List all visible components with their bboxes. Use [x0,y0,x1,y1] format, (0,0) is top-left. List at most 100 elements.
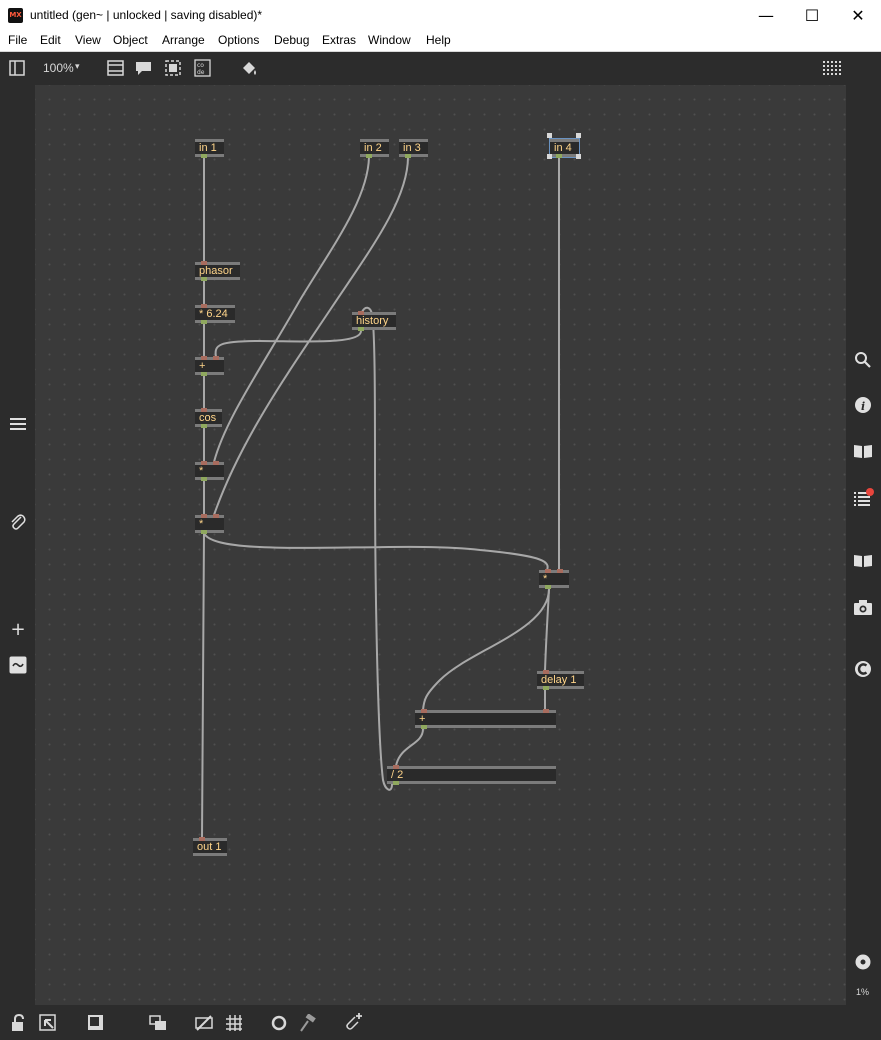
object-multiply-1[interactable]: * [195,461,224,481]
windows-stack-icon[interactable] [149,1015,167,1031]
object-in-3[interactable]: in 3 [399,139,428,158]
object-divide-2[interactable]: / 2 [387,765,556,785]
add-icon[interactable]: + [6,619,30,640]
inlet[interactable] [421,709,427,713]
object-in-1[interactable]: in 1 [195,139,224,158]
object-multiply-2[interactable]: * [195,514,224,534]
menu-file[interactable]: File [8,33,27,47]
inlet[interactable] [213,461,219,465]
close-button[interactable]: ✕ [835,0,881,31]
outlet[interactable] [201,154,207,158]
hamburger-menu-icon[interactable] [9,416,27,432]
search-icon[interactable] [854,351,872,369]
inlet[interactable] [543,670,549,674]
outlet[interactable] [201,320,207,324]
svg-text:i: i [861,400,865,413]
menu-extras[interactable]: Extras [322,33,356,47]
open-book-icon[interactable] [853,554,873,568]
object-add-1[interactable]: + [195,356,224,376]
outlet[interactable] [366,154,372,158]
inlet[interactable] [213,356,219,360]
outlet[interactable] [201,530,207,534]
inlet[interactable] [199,837,205,841]
signal-object-icon[interactable] [9,656,27,674]
refresh-icon[interactable] [270,1014,288,1032]
reference-book-icon[interactable] [853,443,873,459]
selection-handle[interactable] [576,133,581,138]
grid-icon[interactable] [225,1014,243,1032]
inlet[interactable] [201,261,207,265]
grid-dots-icon[interactable] [822,60,844,78]
menu-arrange[interactable]: Arrange [162,33,205,47]
presentation-mode-icon[interactable] [107,60,125,76]
inlet[interactable] [201,408,207,412]
inlet[interactable] [545,569,551,573]
outlet[interactable] [543,686,549,690]
object-history[interactable]: history [352,311,396,331]
add-attachment-icon[interactable] [344,1012,364,1032]
lock-open-icon[interactable] [10,1014,28,1032]
patcher-canvas[interactable] [35,85,846,1005]
comment-icon[interactable] [135,60,153,76]
outlet[interactable] [201,277,207,281]
paint-bucket-icon[interactable] [240,59,258,77]
sidebar-toggle-icon[interactable] [9,60,25,76]
outlet[interactable] [393,781,399,785]
new-view-icon[interactable] [39,1014,57,1032]
object-in-4[interactable]: in 4 [549,138,580,158]
menu-view[interactable]: View [75,33,101,47]
object-multiply-3[interactable]: * [539,569,569,589]
outlet[interactable] [405,154,411,158]
inlet[interactable] [543,709,549,713]
outlet[interactable] [556,154,562,158]
object-delay[interactable]: delay 1 [537,670,584,690]
zoom-dropdown-icon[interactable]: ▾ [75,61,80,72]
inlet[interactable] [557,569,563,573]
cpu-meter: 1% [856,987,870,997]
debug-hammer-icon[interactable] [299,1014,317,1032]
outlet[interactable] [201,372,207,376]
object-in-2[interactable]: in 2 [360,139,389,158]
selection-handle[interactable] [547,154,552,159]
outlet[interactable] [201,477,207,481]
hide-cords-icon[interactable] [195,1015,213,1031]
clue-icon[interactable] [854,660,872,678]
outlet[interactable] [201,424,207,428]
paperclip-icon[interactable] [9,513,27,531]
minimize-button[interactable]: — [743,0,789,31]
inlet[interactable] [201,514,207,518]
presentation-icon[interactable] [87,1014,105,1032]
inlet[interactable] [201,356,207,360]
inlet[interactable] [213,514,219,518]
object-cos[interactable]: cos [195,408,222,428]
fit-window-icon[interactable] [165,60,181,76]
outlet[interactable] [545,585,551,589]
object-phasor[interactable]: phasor [195,261,240,281]
menu-object[interactable]: Object [113,33,148,47]
zoom-level[interactable]: 100% [43,61,74,75]
svg-text:de: de [197,69,205,76]
selection-handle[interactable] [547,133,552,138]
code-view-icon[interactable]: co de [194,59,211,77]
camera-icon[interactable] [853,598,873,616]
bottom-toolbar [0,1005,881,1040]
outlet[interactable] [421,725,427,729]
selection-handle[interactable] [576,154,581,159]
outlet[interactable] [358,327,364,331]
object-add-2[interactable]: + [415,709,556,729]
inlet[interactable] [358,311,364,315]
menu-debug[interactable]: Debug [274,33,309,47]
maximize-button[interactable]: ☐ [789,0,835,31]
menu-edit[interactable]: Edit [40,33,61,47]
info-icon[interactable]: i [854,396,872,414]
menu-help[interactable]: Help [426,33,451,47]
menu-options[interactable]: Options [218,33,259,47]
inlet[interactable] [201,461,207,465]
object-multiply-6-24[interactable]: * 6.24 [195,304,235,324]
object-out-1[interactable]: out 1 [193,837,227,856]
inlet[interactable] [201,304,207,308]
inlet[interactable] [393,765,399,769]
menu-window[interactable]: Window [368,33,411,47]
audio-on-icon[interactable] [855,954,871,970]
list-notification-icon[interactable] [853,487,875,507]
